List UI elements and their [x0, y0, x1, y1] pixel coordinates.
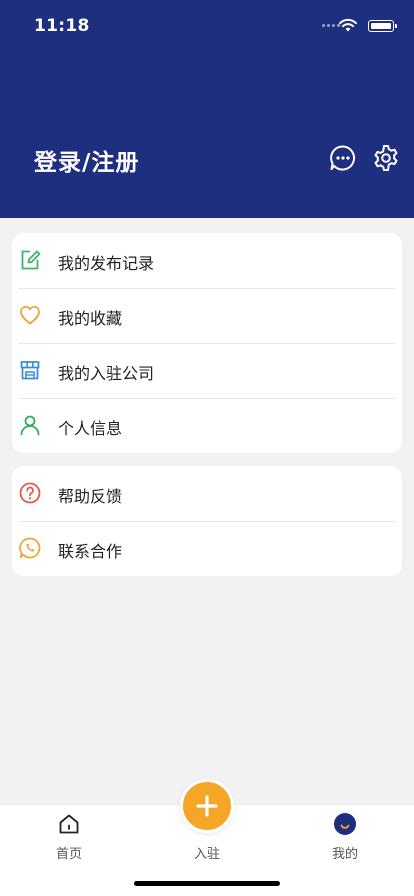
- menu-card-primary: 我的发布记录 我的收藏 我的入驻公司 个人信息: [12, 233, 402, 453]
- menu-item-label: 联系合作: [58, 542, 123, 561]
- help-icon: [19, 482, 41, 504]
- menu-item-favorites[interactable]: 我的收藏: [12, 288, 402, 343]
- user-icon: [20, 415, 40, 436]
- wifi-icon: [339, 18, 357, 32]
- menu-item-help-feedback[interactable]: 帮助反馈: [12, 466, 402, 521]
- menu-item-label: 我的入驻公司: [58, 364, 155, 383]
- home-icon: [59, 814, 79, 834]
- tab-home[interactable]: 首页: [19, 805, 119, 865]
- battery-icon: [368, 20, 397, 32]
- edit-icon: [21, 250, 41, 270]
- profile-face-icon: [334, 813, 356, 835]
- tab-label: 我的: [331, 847, 358, 862]
- heart-icon: [20, 305, 40, 325]
- tab-mine[interactable]: 我的: [295, 805, 395, 865]
- menu-item-my-posts[interactable]: 我的发布记录: [12, 233, 402, 288]
- profile-header: 11:18 登录/注册: [0, 0, 414, 218]
- tab-label: 首页: [55, 847, 82, 862]
- message-icon[interactable]: [328, 143, 358, 173]
- join-plus-button[interactable]: [180, 779, 234, 833]
- menu-item-personal-info[interactable]: 个人信息: [12, 398, 402, 453]
- tab-label: 入驻: [193, 847, 220, 862]
- store-icon: [20, 361, 40, 380]
- menu-card-secondary: 帮助反馈 联系合作: [12, 466, 402, 576]
- settings-gear-icon[interactable]: [371, 143, 401, 173]
- menu-item-my-companies[interactable]: 我的入驻公司: [12, 343, 402, 398]
- menu-item-label: 帮助反馈: [58, 487, 123, 506]
- menu-item-label: 我的发布记录: [58, 254, 155, 273]
- status-time: 11:18: [34, 16, 90, 36]
- menu-item-label: 我的收藏: [58, 309, 123, 328]
- phone-icon: [19, 537, 41, 559]
- login-register-link[interactable]: 登录/注册: [34, 143, 139, 177]
- status-bar: 11:18: [0, 0, 414, 52]
- menu-item-label: 个人信息: [58, 419, 123, 438]
- plus-icon: [196, 795, 218, 817]
- menu-item-contact-cooperation[interactable]: 联系合作: [12, 521, 402, 576]
- home-indicator: [134, 881, 280, 886]
